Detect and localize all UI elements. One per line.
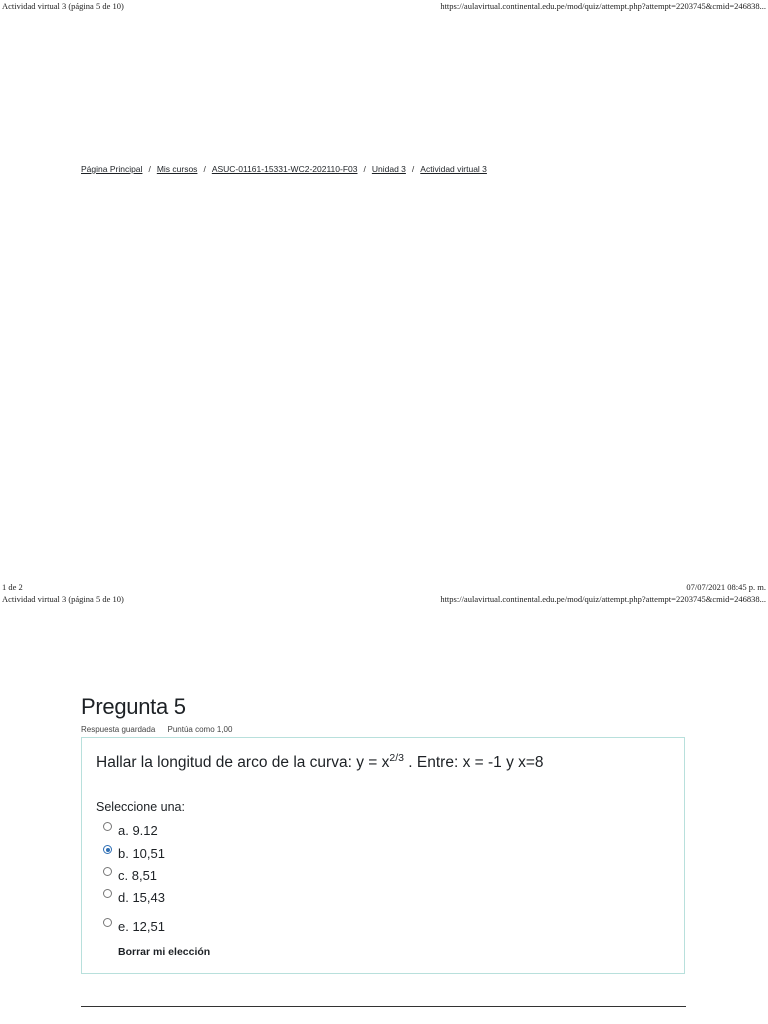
- question-status: Respuesta guardada: [81, 725, 156, 734]
- answer-option-label: a. 9.12: [118, 823, 158, 838]
- question-points: Puntúa como 1,00: [167, 725, 233, 734]
- breadcrumb: Página Principal / Mis cursos / ASUC-01161-1…: [81, 164, 487, 174]
- question-text: Hallar la longitud de arco de la curva: …: [96, 752, 544, 772]
- question-title: Pregunta 5: [81, 694, 186, 719]
- breadcrumb-separator: /: [411, 164, 415, 174]
- answer-prompt: Seleccione una:: [96, 800, 185, 814]
- question-exponent: 2/3: [389, 752, 404, 764]
- print-datetime: 07/07/2021 08:45 p. m.: [686, 582, 766, 592]
- answer-option-b[interactable]: b. 10,51: [103, 845, 165, 861]
- breadcrumb-course-link[interactable]: ASUC-01161-15331-WC2-202110-F03: [212, 164, 358, 174]
- radio-button[interactable]: [103, 889, 112, 898]
- breadcrumb-separator: /: [203, 164, 206, 174]
- print-header-page2: Actividad virtual 3 (página 5 de 10) htt…: [0, 594, 768, 606]
- print-header-url: https://aulavirtual.continental.edu.pe/m…: [440, 1, 766, 11]
- answer-option-c[interactable]: c. 8,51: [103, 867, 158, 883]
- radio-button-selected[interactable]: [103, 845, 112, 854]
- answer-option-label: d. 15,43: [118, 890, 165, 905]
- clear-choice-button[interactable]: Borrar mi elección: [118, 946, 210, 958]
- divider: [81, 1006, 686, 1007]
- breadcrumb-unit-link[interactable]: Unidad 3: [372, 164, 406, 174]
- print-footer-page1: 1 de 2 07/07/2021 08:45 p. m.: [0, 582, 768, 594]
- question-box: Hallar la longitud de arco de la curva: …: [81, 737, 685, 974]
- question-text-main: Hallar la longitud de arco de la curva: …: [96, 754, 390, 772]
- radio-button[interactable]: [103, 867, 112, 876]
- radio-button[interactable]: [103, 918, 112, 927]
- print-header-page1: Actividad virtual 3 (página 5 de 10) htt…: [0, 1, 768, 13]
- print-header-title: Actividad virtual 3 (página 5 de 10): [2, 1, 124, 11]
- print-header-title: Actividad virtual 3 (página 5 de 10): [2, 594, 124, 604]
- question-meta: Respuesta guardada Puntúa como 1,00: [81, 725, 232, 734]
- answer-option-label: e. 12,51: [118, 919, 165, 934]
- answer-option-label: b. 10,51: [118, 846, 165, 861]
- breadcrumb-separator: /: [148, 164, 151, 174]
- radio-button[interactable]: [103, 822, 112, 831]
- page-count: 1 de 2: [2, 582, 23, 592]
- breadcrumb-separator: /: [363, 164, 366, 174]
- breadcrumb-home-link[interactable]: Página Principal: [81, 164, 142, 174]
- answer-option-a[interactable]: a. 9.12: [103, 822, 158, 838]
- question-text-range: . Entre: x = -1 y x=8: [403, 754, 544, 772]
- breadcrumb-my-courses-link[interactable]: Mis cursos: [157, 164, 198, 174]
- answer-option-d[interactable]: d. 15,43: [103, 889, 165, 905]
- print-header-url: https://aulavirtual.continental.edu.pe/m…: [440, 594, 766, 604]
- breadcrumb-activity-link[interactable]: Actividad virtual 3: [420, 164, 487, 174]
- answer-option-label: c. 8,51: [118, 868, 158, 883]
- answer-option-e[interactable]: e. 12,51: [103, 918, 165, 934]
